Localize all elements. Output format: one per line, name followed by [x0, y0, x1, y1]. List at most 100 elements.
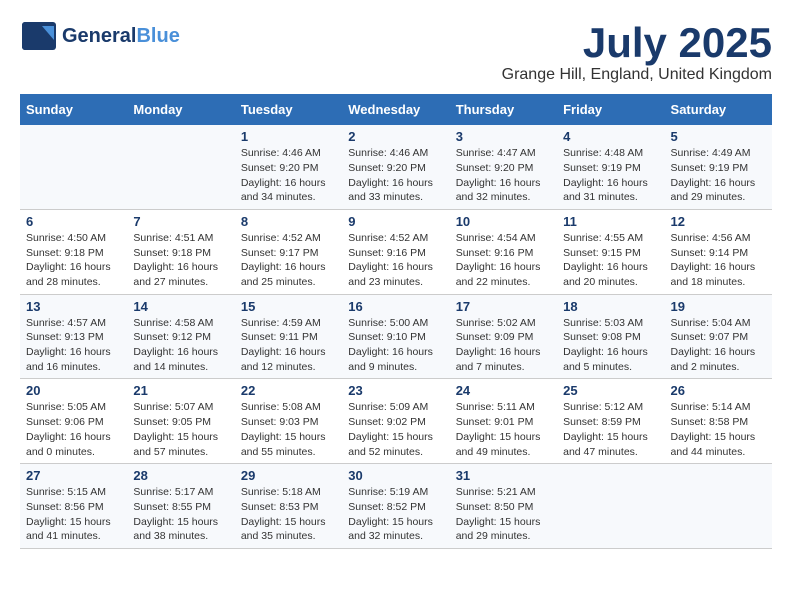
calendar-cell: 5Sunrise: 4:49 AMSunset: 9:19 PMDaylight…	[665, 125, 772, 209]
calendar-cell: 27Sunrise: 5:15 AMSunset: 8:56 PMDayligh…	[20, 464, 127, 549]
calendar-cell: 14 Sunrise: 4:58 AMSunset: 9:12 PMDayligh…	[127, 294, 234, 379]
calendar-cell: 29 Sunrise: 5:18 AMSunset: 8:53 PMDayligh…	[235, 464, 342, 549]
calendar-cell: 3 Sunrise: 4:47 AMSunset: 9:20 PMDaylight…	[450, 125, 557, 209]
day-info: Sunrise: 5:18 AMSunset: 8:53 PMDaylight:…	[241, 485, 336, 544]
calendar-week-2: 6 Sunrise: 4:50 AMSunset: 9:18 PMDaylight…	[20, 209, 772, 294]
day-info: Sunrise: 5:03 AMSunset: 9:08 PMDaylight:…	[563, 316, 658, 375]
day-number: 14	[133, 299, 228, 314]
calendar-week-5: 27Sunrise: 5:15 AMSunset: 8:56 PMDayligh…	[20, 464, 772, 549]
page-title: July 2025	[502, 20, 772, 66]
day-number: 29	[241, 468, 336, 483]
day-number: 17	[456, 299, 551, 314]
day-number: 16	[348, 299, 443, 314]
day-number: 3	[456, 129, 551, 144]
day-number: 1	[241, 129, 336, 144]
day-number: 15	[241, 299, 336, 314]
day-number: 2	[348, 129, 443, 144]
calendar-cell: 17 Sunrise: 5:02 AMSunset: 9:09 PMDayligh…	[450, 294, 557, 379]
day-info: Sunrise: 5:07 AMSunset: 9:05 PMDaylight:…	[133, 400, 228, 459]
day-number: 9	[348, 214, 443, 229]
day-info: Sunrise: 4:54 AMSunset: 9:16 PMDaylight:…	[456, 231, 551, 290]
day-info: Sunrise: 4:56 AMSunset: 9:14 PMDaylight:…	[671, 231, 766, 290]
calendar-cell: 8 Sunrise: 4:52 AMSunset: 9:17 PMDaylight…	[235, 209, 342, 294]
calendar-cell	[665, 464, 772, 549]
day-number: 6	[26, 214, 121, 229]
calendar-cell: 6 Sunrise: 4:50 AMSunset: 9:18 PMDaylight…	[20, 209, 127, 294]
calendar-cell: 18 Sunrise: 5:03 AMSunset: 9:08 PMDayligh…	[557, 294, 664, 379]
weekday-header-wednesday: Wednesday	[342, 94, 449, 125]
calendar-cell: 10 Sunrise: 4:54 AMSunset: 9:16 PMDayligh…	[450, 209, 557, 294]
day-info: Sunrise: 4:52 AMSunset: 9:16 PMDaylight:…	[348, 231, 443, 290]
weekday-header-saturday: Saturday	[665, 94, 772, 125]
weekday-header-row: SundayMondayTuesdayWednesdayThursdayFrid…	[20, 94, 772, 125]
day-number: 27	[26, 468, 121, 483]
day-number: 24	[456, 383, 551, 398]
day-info: Sunrise: 5:19 AMSunset: 8:52 PMDaylight:…	[348, 485, 443, 544]
day-info: Sunrise: 5:11 AMSunset: 9:01 PMDaylight:…	[456, 400, 551, 459]
calendar-cell: 15Sunrise: 4:59 AMSunset: 9:11 PMDayligh…	[235, 294, 342, 379]
logo: GeneralBlue	[20, 20, 180, 52]
day-number: 22	[241, 383, 336, 398]
calendar-cell: 30 Sunrise: 5:19 AMSunset: 8:52 PMDayligh…	[342, 464, 449, 549]
day-info: Sunrise: 4:55 AMSunset: 9:15 PMDaylight:…	[563, 231, 658, 290]
calendar-cell	[20, 125, 127, 209]
title-block: July 2025 Grange Hill, England, United K…	[502, 20, 772, 84]
weekday-header-thursday: Thursday	[450, 94, 557, 125]
logo-text: GeneralBlue	[62, 25, 180, 48]
calendar-cell: 22 Sunrise: 5:08 AMSunset: 9:03 PMDayligh…	[235, 379, 342, 464]
day-info: Sunrise: 4:50 AMSunset: 9:18 PMDaylight:…	[26, 231, 121, 290]
calendar-cell: 24 Sunrise: 5:11 AMSunset: 9:01 PMDayligh…	[450, 379, 557, 464]
weekday-header-monday: Monday	[127, 94, 234, 125]
calendar-table: SundayMondayTuesdayWednesdayThursdayFrid…	[20, 94, 772, 549]
logo-icon	[20, 20, 58, 52]
day-number: 19	[671, 299, 766, 314]
calendar-cell: 19 Sunrise: 5:04 AMSunset: 9:07 PMDayligh…	[665, 294, 772, 379]
day-number: 11	[563, 214, 658, 229]
day-number: 30	[348, 468, 443, 483]
day-number: 18	[563, 299, 658, 314]
day-info: Sunrise: 4:46 AMSunset: 9:20 PMDaylight:…	[241, 146, 336, 205]
calendar-cell: 26Sunrise: 5:14 AMSunset: 8:58 PMDayligh…	[665, 379, 772, 464]
day-number: 26	[671, 383, 766, 398]
day-number: 12	[671, 214, 766, 229]
day-info: Sunrise: 5:02 AMSunset: 9:09 PMDaylight:…	[456, 316, 551, 375]
day-info: Sunrise: 5:09 AMSunset: 9:02 PMDaylight:…	[348, 400, 443, 459]
day-info: Sunrise: 4:47 AMSunset: 9:20 PMDaylight:…	[456, 146, 551, 205]
day-info: Sunrise: 4:57 AMSunset: 9:13 PMDaylight:…	[26, 316, 121, 375]
calendar-cell: 9 Sunrise: 4:52 AMSunset: 9:16 PMDaylight…	[342, 209, 449, 294]
page-header: GeneralBlue July 2025 Grange Hill, Engla…	[20, 20, 772, 84]
calendar-cell: 13 Sunrise: 4:57 AMSunset: 9:13 PMDayligh…	[20, 294, 127, 379]
day-info: Sunrise: 4:51 AMSunset: 9:18 PMDaylight:…	[133, 231, 228, 290]
day-number: 5	[671, 129, 766, 144]
day-info: Sunrise: 5:00 AMSunset: 9:10 PMDaylight:…	[348, 316, 443, 375]
calendar-week-4: 20Sunrise: 5:05 AMSunset: 9:06 PMDayligh…	[20, 379, 772, 464]
weekday-header-tuesday: Tuesday	[235, 94, 342, 125]
day-info: Sunrise: 4:58 AMSunset: 9:12 PMDaylight:…	[133, 316, 228, 375]
calendar-week-3: 13 Sunrise: 4:57 AMSunset: 9:13 PMDayligh…	[20, 294, 772, 379]
day-info: Sunrise: 5:08 AMSunset: 9:03 PMDaylight:…	[241, 400, 336, 459]
day-info: Sunrise: 5:21 AMSunset: 8:50 PMDaylight:…	[456, 485, 551, 544]
calendar-cell: 11 Sunrise: 4:55 AMSunset: 9:15 PMDayligh…	[557, 209, 664, 294]
calendar-cell: 23 Sunrise: 5:09 AMSunset: 9:02 PMDayligh…	[342, 379, 449, 464]
day-info: Sunrise: 5:17 AMSunset: 8:55 PMDaylight:…	[133, 485, 228, 544]
calendar-cell: 4Sunrise: 4:48 AMSunset: 9:19 PMDaylight…	[557, 125, 664, 209]
calendar-cell	[127, 125, 234, 209]
day-info: Sunrise: 5:04 AMSunset: 9:07 PMDaylight:…	[671, 316, 766, 375]
calendar-cell: 7Sunrise: 4:51 AMSunset: 9:18 PMDaylight…	[127, 209, 234, 294]
day-number: 8	[241, 214, 336, 229]
day-number: 28	[133, 468, 228, 483]
day-number: 23	[348, 383, 443, 398]
calendar-cell: 21Sunrise: 5:07 AMSunset: 9:05 PMDayligh…	[127, 379, 234, 464]
day-number: 31	[456, 468, 551, 483]
calendar-cell	[557, 464, 664, 549]
day-info: Sunrise: 4:48 AMSunset: 9:19 PMDaylight:…	[563, 146, 658, 205]
day-info: Sunrise: 5:12 AMSunset: 8:59 PMDaylight:…	[563, 400, 658, 459]
day-info: Sunrise: 4:52 AMSunset: 9:17 PMDaylight:…	[241, 231, 336, 290]
day-number: 13	[26, 299, 121, 314]
calendar-cell: 25Sunrise: 5:12 AMSunset: 8:59 PMDayligh…	[557, 379, 664, 464]
day-number: 10	[456, 214, 551, 229]
page-subtitle: Grange Hill, England, United Kingdom	[502, 66, 772, 84]
calendar-cell: 31 Sunrise: 5:21 AMSunset: 8:50 PMDayligh…	[450, 464, 557, 549]
day-number: 20	[26, 383, 121, 398]
calendar-cell: 20Sunrise: 5:05 AMSunset: 9:06 PMDayligh…	[20, 379, 127, 464]
